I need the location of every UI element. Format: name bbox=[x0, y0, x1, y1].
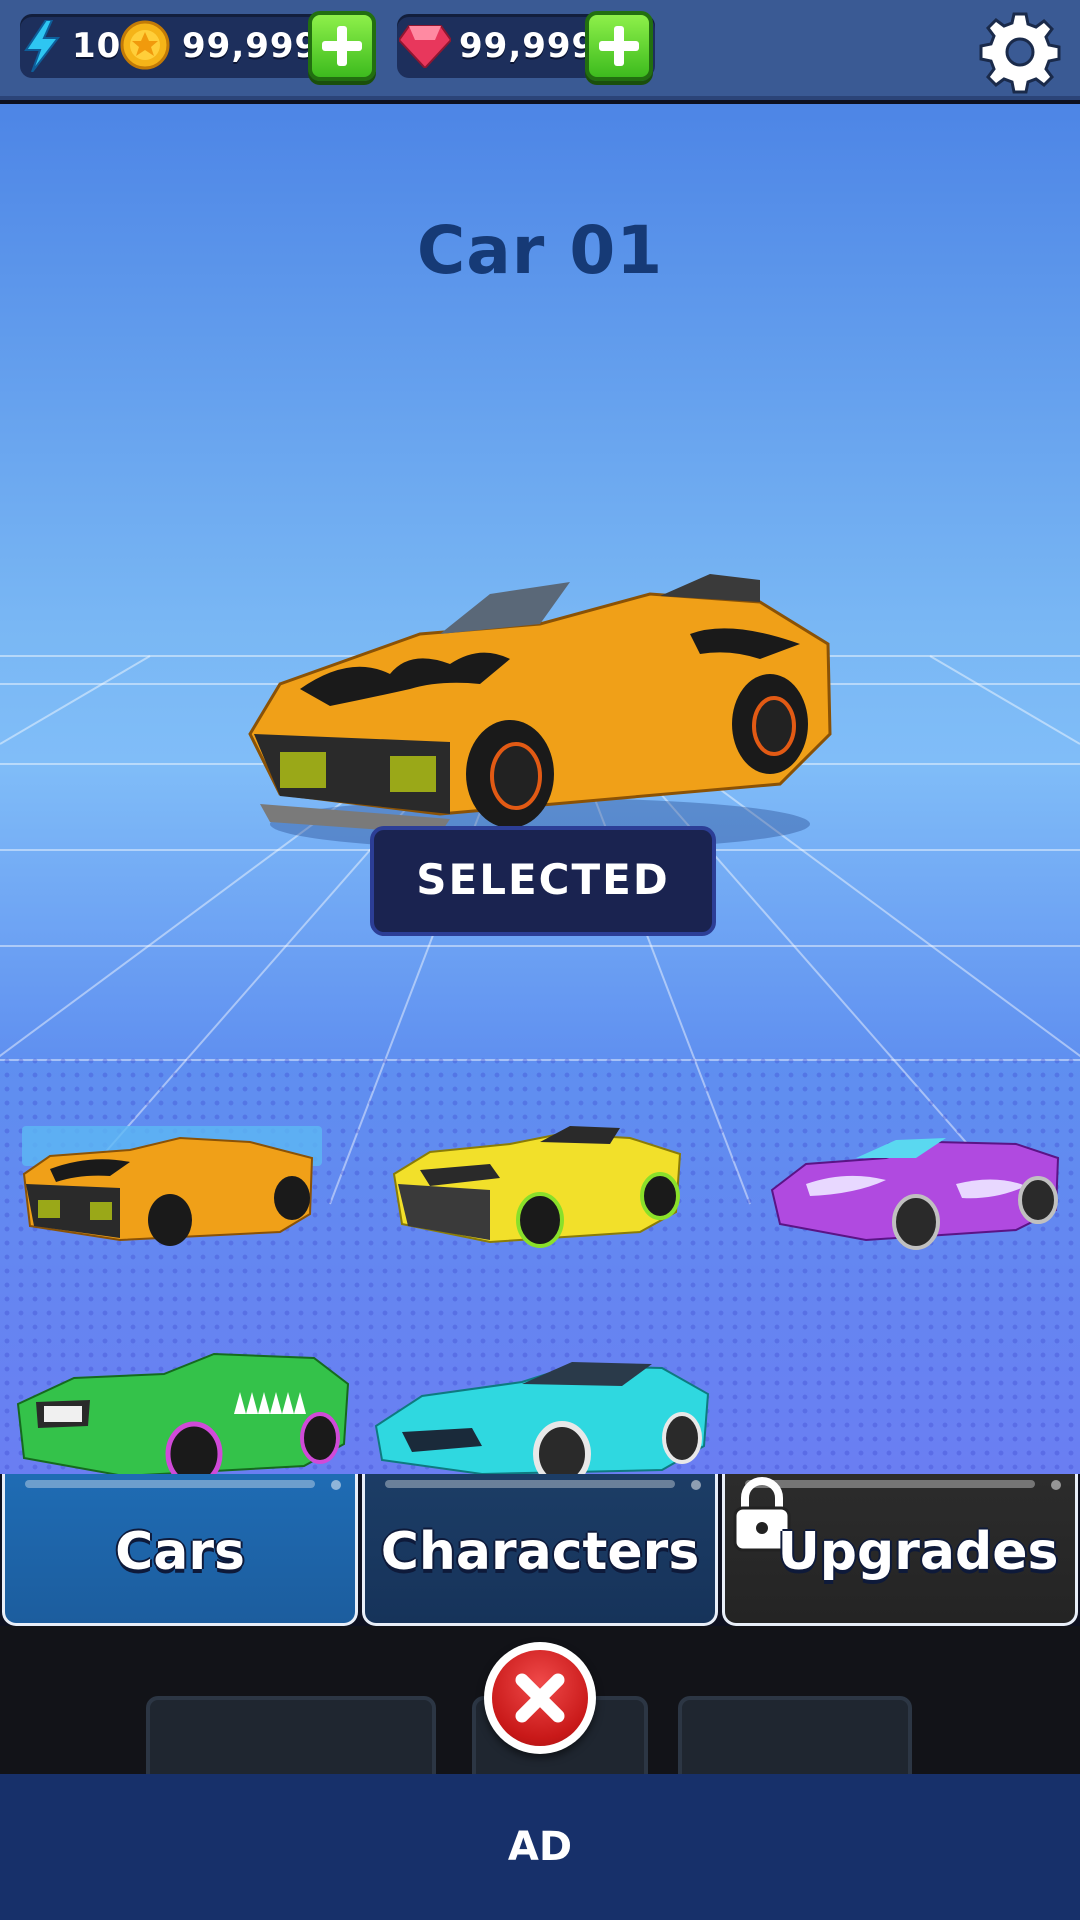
close-button[interactable] bbox=[484, 1642, 596, 1754]
tab-shine-dot bbox=[691, 1480, 701, 1490]
top-resource-bar: 10 99,999 99,999 bbox=[0, 0, 1080, 100]
coin-icon bbox=[120, 20, 170, 70]
car-showcase: Car 01 SELECTED bbox=[0, 104, 1080, 1474]
energy-count: 10 bbox=[72, 26, 122, 66]
coin-count: 99,999 bbox=[182, 26, 320, 66]
ad-banner[interactable]: AD bbox=[0, 1774, 1080, 1920]
selected-car-preview[interactable] bbox=[240, 484, 840, 864]
gem-icon bbox=[399, 25, 451, 68]
tab-shine bbox=[385, 1480, 675, 1488]
energy-coins-panel: 10 99,999 bbox=[20, 11, 376, 81]
tab-shine-dot bbox=[331, 1480, 341, 1490]
tab-label: Cars bbox=[115, 1522, 245, 1582]
tab-label: Upgrades bbox=[777, 1522, 1059, 1582]
add-gems-button[interactable] bbox=[585, 11, 653, 81]
car-thumbnail-2[interactable] bbox=[390, 1114, 690, 1274]
add-coins-button[interactable] bbox=[308, 11, 376, 81]
tab-upgrades[interactable]: Upgrades bbox=[722, 1474, 1078, 1626]
ghost-card bbox=[678, 1696, 912, 1774]
tab-cars[interactable]: Cars bbox=[2, 1474, 358, 1626]
tab-label: Characters bbox=[380, 1522, 700, 1582]
selected-button[interactable]: SELECTED bbox=[370, 826, 716, 936]
car-thumbnail-5[interactable] bbox=[372, 1334, 712, 1474]
tab-characters[interactable]: Characters bbox=[362, 1474, 718, 1626]
gem-count: 99,999 bbox=[459, 26, 597, 66]
gear-icon[interactable] bbox=[978, 10, 1062, 94]
tab-shine bbox=[25, 1480, 315, 1488]
gems-panel: 99,999 bbox=[397, 11, 655, 81]
car-name-title: Car 01 bbox=[416, 212, 664, 289]
car-thumbnail-4[interactable] bbox=[14, 1334, 350, 1474]
ghost-card bbox=[146, 1696, 436, 1774]
x-mark-icon bbox=[515, 1673, 565, 1723]
lightning-icon bbox=[24, 20, 61, 72]
car-thumbnail-3[interactable] bbox=[766, 1114, 1066, 1274]
tab-shine-dot bbox=[1051, 1480, 1061, 1490]
car-thumbnail-1[interactable] bbox=[20, 1114, 320, 1274]
close-icon bbox=[492, 1650, 588, 1746]
